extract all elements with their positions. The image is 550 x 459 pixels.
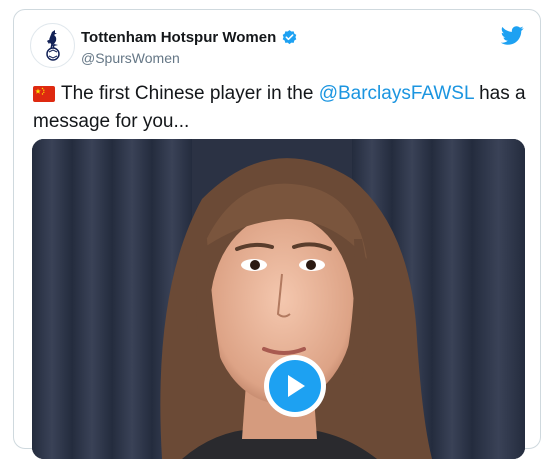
mention-link[interactable]: @BarclaysFAWSL [319,83,474,104]
author-name[interactable]: Tottenham Hotspur Women [81,29,298,46]
china-flag-icon [33,84,55,109]
spurs-cockerel-icon [45,29,60,61]
author-handle[interactable]: @SpursWomen [81,50,180,66]
verified-badge-icon [281,29,298,46]
twitter-bird-icon[interactable] [500,26,524,50]
author-name-text: Tottenham Hotspur Women [81,29,277,46]
play-icon [269,360,321,412]
avatar[interactable] [30,23,75,68]
tweet-card[interactable]: Tottenham Hotspur Women @SpursWomen The … [13,9,541,459]
video-player[interactable] [32,139,525,459]
play-button[interactable] [264,355,326,417]
tweet-text: The first Chinese player in the @Barclay… [33,81,528,134]
tweet-text-start: The first Chinese player in the [61,83,319,104]
